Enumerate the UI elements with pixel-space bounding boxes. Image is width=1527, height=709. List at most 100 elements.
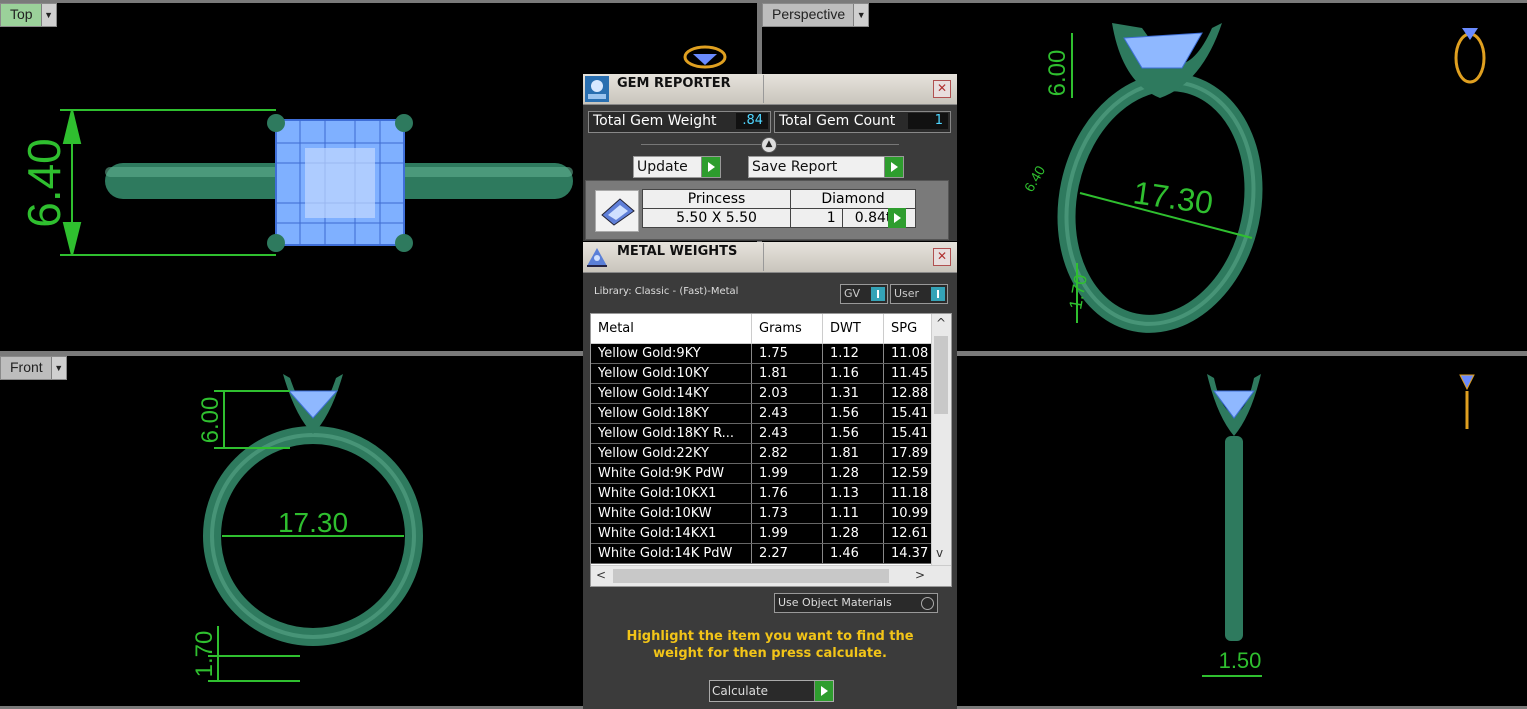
total-gem-count-box: Total Gem Count 1 (774, 111, 951, 133)
table-row[interactable]: Yellow Gold:18KY 2.43 1.56 15.41 (591, 403, 949, 424)
gem-size: 5.50 X 5.50 (642, 208, 791, 228)
metal-weights-panel: METAL WEIGHTS ✕ Library: Classic - (Fast… (583, 242, 957, 709)
grams-cell: 1.76 (751, 483, 823, 504)
gem-reporter-titlebar[interactable]: GEM REPORTER ✕ (583, 74, 957, 105)
column-header-dwt[interactable]: DWT (822, 314, 884, 344)
grams-cell: 1.81 (751, 363, 823, 384)
gem-reporter-title: GEM REPORTER (617, 75, 764, 103)
scroll-up-icon[interactable]: ^ (936, 316, 946, 330)
table-row[interactable]: Yellow Gold:22KY 2.82 1.81 17.89 (591, 443, 949, 464)
viewport-label-front[interactable]: Front ▼ (0, 356, 67, 380)
save-report-button[interactable]: Save Report (748, 156, 904, 178)
perspective-left-dimension: 6.40 (1021, 163, 1049, 195)
total-gem-weight-value: .84 (736, 113, 768, 129)
total-gem-count-value: 1 (908, 113, 948, 129)
chevron-down-icon[interactable]: ▼ (40, 4, 56, 26)
table-row[interactable]: White Gold:14KX1 1.99 1.28 12.61 (591, 523, 949, 544)
dwt-cell: 1.11 (822, 503, 884, 524)
metal-cell: Yellow Gold:14KY (591, 383, 752, 404)
play-icon (884, 157, 903, 177)
top-dimension-label: 6.40 (18, 138, 70, 228)
right-width-dimension: 1.50 (1219, 648, 1262, 673)
chevron-down-icon[interactable]: ▼ (853, 4, 869, 26)
update-button[interactable]: Update (633, 156, 721, 178)
user-toggle-label: User (894, 287, 920, 300)
horizontal-scrollbar[interactable]: < > (591, 565, 951, 586)
column-header-grams[interactable]: Grams (751, 314, 823, 344)
use-object-materials-label: Use Object Materials (778, 596, 892, 609)
table-row[interactable]: White Gold:10KW 1.73 1.11 10.99 (591, 503, 949, 524)
grams-cell: 2.82 (751, 443, 823, 464)
total-gem-count-label: Total Gem Count (779, 113, 896, 129)
viewport-name: Front (10, 359, 43, 375)
grams-cell: 1.73 (751, 503, 823, 524)
table-row[interactable]: White Gold:9K PdW 1.99 1.28 12.59 (591, 463, 949, 484)
diamond-icon (683, 45, 727, 69)
metal-cell: White Gold:10KX1 (591, 483, 752, 504)
table-row[interactable]: Yellow Gold:14KY 2.03 1.31 12.88 (591, 383, 949, 404)
table-row[interactable]: Yellow Gold:9KY 1.75 1.12 11.08 (591, 343, 949, 364)
collapse-toggle[interactable]: ▲ (761, 137, 777, 153)
dwt-cell: 1.28 (822, 463, 884, 484)
scroll-thumb[interactable] (934, 336, 948, 414)
instruction-text: Highlight the item you want to find the … (626, 629, 914, 661)
gem-reporter-icon (585, 76, 609, 102)
metal-cell: White Gold:14KX1 (591, 523, 752, 544)
table-row[interactable]: Yellow Gold:10KY 1.81 1.16 11.45 (591, 363, 949, 384)
play-icon (814, 681, 833, 701)
metal-cell: White Gold:9K PdW (591, 463, 752, 484)
scroll-thumb[interactable] (613, 569, 889, 583)
scale-icon (585, 244, 609, 270)
grams-cell: 2.27 (751, 543, 823, 564)
update-button-label: Update (637, 159, 688, 175)
metal-cell: Yellow Gold:10KY (591, 363, 752, 384)
gem-material: Diamond (790, 189, 916, 209)
viewport-label-top[interactable]: Top ▼ (0, 3, 57, 27)
scroll-right-icon[interactable]: > (915, 568, 925, 582)
dwt-cell: 1.13 (822, 483, 884, 504)
gem-detail-button[interactable] (888, 208, 906, 228)
dwt-cell: 1.81 (822, 443, 884, 464)
library-label: Library: Classic - (Fast)-Metal (594, 286, 739, 297)
total-gem-weight-box: Total Gem Weight .84 (588, 111, 771, 133)
gem-entry-card[interactable]: Princess Diamond 5.50 X 5.50 1 0.84tw (585, 180, 949, 240)
metal-weights-titlebar[interactable]: METAL WEIGHTS ✕ (583, 242, 957, 273)
viewport-label-perspective[interactable]: Perspective ▼ (762, 3, 870, 27)
user-toggle[interactable]: User (890, 284, 948, 304)
toggle-icon (931, 287, 945, 301)
scroll-down-icon[interactable]: v (936, 546, 943, 560)
close-icon[interactable]: ✕ (933, 248, 951, 266)
calculate-button[interactable]: Calculate (709, 680, 834, 702)
gv-toggle[interactable]: GV (840, 284, 888, 304)
metal-cell: White Gold:10KW (591, 503, 752, 524)
grams-cell: 1.75 (751, 343, 823, 364)
dwt-cell: 1.56 (822, 403, 884, 424)
toggle-icon (871, 287, 885, 301)
dwt-cell: 1.46 (822, 543, 884, 564)
metal-weights-title: METAL WEIGHTS (617, 243, 764, 271)
column-header-metal[interactable]: Metal (591, 314, 752, 344)
metal-weights-table[interactable]: Metal Grams DWT SPG Yellow Gold:9KY 1.75 1… (590, 313, 952, 587)
grams-cell: 2.43 (751, 423, 823, 444)
chevron-down-icon[interactable]: ▼ (50, 357, 66, 379)
table-row[interactable]: Yellow Gold:18KY R... 2.43 1.56 15.41 (591, 423, 949, 444)
table-row[interactable]: White Gold:10KX1 1.76 1.13 11.18 (591, 483, 949, 504)
use-object-materials-toggle[interactable]: Use Object Materials (774, 593, 938, 613)
gem-details-table: Princess Diamond 5.50 X 5.50 1 0.84tw (642, 189, 917, 228)
ring-side-icon (1459, 374, 1475, 429)
metal-cell: Yellow Gold:9KY (591, 343, 752, 364)
perspective-top-dimension: 6.00 (1044, 50, 1071, 97)
gv-toggle-label: GV (844, 287, 861, 300)
grams-cell: 2.43 (751, 403, 823, 424)
play-icon (701, 157, 720, 177)
table-row[interactable]: White Gold:14K PdW 2.27 1.46 14.37 (591, 543, 949, 564)
viewport-name: Perspective (772, 6, 846, 22)
close-icon[interactable]: ✕ (933, 80, 951, 98)
vertical-scrollbar[interactable]: ^ v (931, 314, 951, 566)
scroll-left-icon[interactable]: < (596, 568, 606, 582)
grams-cell: 2.03 (751, 383, 823, 404)
dwt-cell: 1.31 (822, 383, 884, 404)
perspective-ring-dimension: 17.30 (1131, 174, 1215, 221)
princess-cut-icon (595, 190, 639, 232)
front-ring-dimension: 17.30 (278, 507, 348, 538)
